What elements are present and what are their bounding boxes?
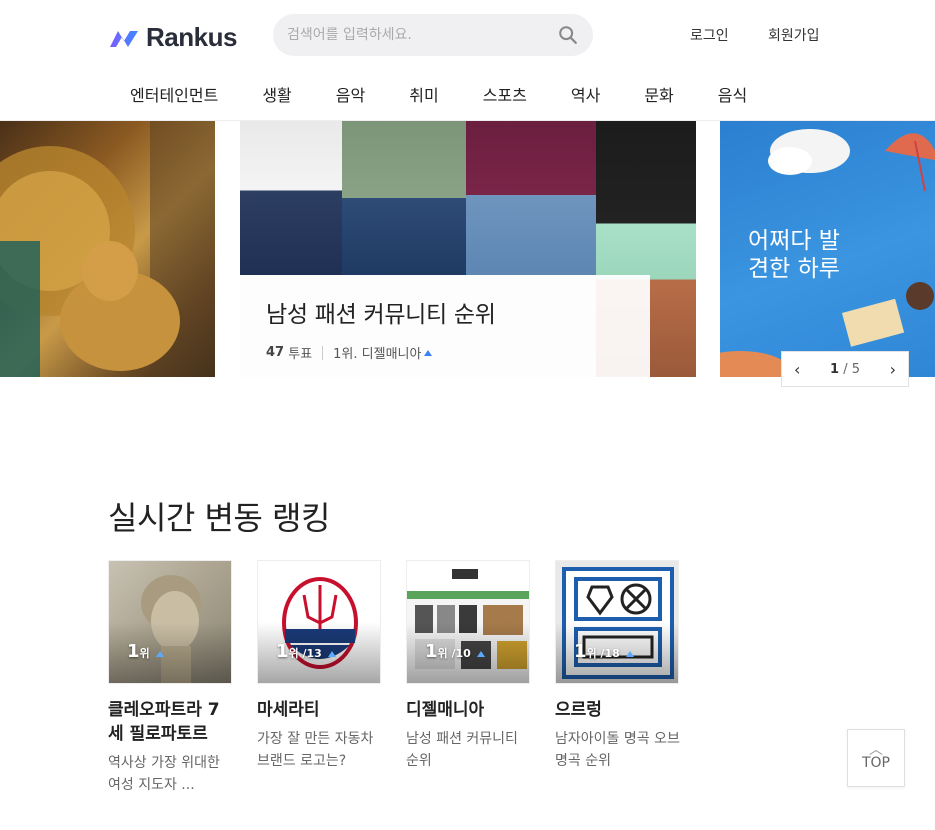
card-thumbnail[interactable]: 1위: [108, 560, 232, 684]
rank-number: 1: [425, 641, 438, 662]
top-button-label: TOP: [861, 755, 890, 771]
carousel-caption: 남성 패션 커뮤니티 순위 47 투표 1위. 디젤매니아: [240, 275, 650, 377]
logo[interactable]: Rankus: [108, 22, 237, 53]
rank-up-icon: [424, 349, 433, 356]
login-link[interactable]: 로그인: [690, 25, 729, 45]
fashion-photo: [342, 121, 466, 275]
top-rank-text: 1위. 디젤매니아: [333, 347, 422, 362]
ranking-card[interactable]: 1위 클레오파트라 7세 필로파토르 역사상 가장 위대한 여성 지도자 ...: [108, 560, 233, 796]
nav-item-music[interactable]: 음악: [336, 82, 365, 106]
card-title[interactable]: 클레오파트라 7세 필로파토르: [108, 698, 233, 746]
rank-number: 1: [574, 641, 587, 662]
card-description: 가장 잘 만든 자동차 브랜드 로고는?: [257, 731, 374, 769]
rank-extra: /13: [302, 647, 322, 660]
ranking-card[interactable]: 1위 /10 디젤매니아 남성 패션 커뮤니티 순위: [406, 560, 531, 772]
nav-item-culture[interactable]: 문화: [644, 82, 673, 106]
carousel-slide-prev[interactable]: [0, 121, 215, 377]
rank-badge: 1위: [127, 641, 164, 662]
chevron-up-icon: ︿: [869, 742, 883, 758]
carousel-meta: 47 투표 1위. 디젤매니아: [266, 343, 624, 362]
signup-link[interactable]: 회원가입: [768, 25, 820, 45]
card-thumbnail[interactable]: 1위 /18: [555, 560, 679, 684]
rank-badge: 1위 /18: [574, 641, 634, 662]
rank-up-icon: [155, 651, 164, 657]
card-title[interactable]: 디젤매니아: [406, 698, 531, 722]
card-thumbnail[interactable]: 1위 /10: [406, 560, 530, 684]
card-title[interactable]: 으르렁: [555, 698, 680, 722]
vote-count: 47: [266, 345, 285, 360]
search-icon[interactable]: [557, 24, 579, 46]
section-title: 실시간 변동 랭킹: [108, 499, 330, 537]
scroll-top-button[interactable]: ︿ TOP: [847, 729, 905, 787]
rank-unit: 위: [139, 647, 150, 660]
nav-item-history[interactable]: 역사: [571, 82, 600, 106]
logo-text: Rankus: [146, 22, 237, 52]
fashion-photo: [466, 121, 596, 275]
fashion-photo: [240, 121, 342, 275]
card-description: 남성 패션 커뮤니티 순위: [406, 731, 518, 769]
meta-divider: [322, 345, 324, 360]
rank-up-icon: [476, 651, 485, 657]
category-nav: 엔터테인먼트 생활 음악 취미 스포츠 역사 문화 음식: [130, 82, 791, 106]
pager-total: / 5: [843, 361, 860, 377]
ranking-card[interactable]: 1위 /13 마세라티 가장 잘 만든 자동차 브랜드 로고는?: [257, 560, 382, 772]
rank-extra: /10: [451, 647, 471, 660]
card-description: 역사상 가장 위대한 여성 지도자 ...: [108, 755, 220, 793]
nav-item-food[interactable]: 음식: [718, 82, 747, 106]
card-title[interactable]: 마세라티: [257, 698, 382, 722]
search-bar[interactable]: [273, 14, 593, 56]
rank-up-icon: [327, 651, 336, 657]
rank-number: 1: [276, 641, 289, 662]
carousel-pager: ‹ 1 / 5 ›: [781, 351, 909, 387]
card-description: 남자아이돌 명곡 오브 명곡 순위: [555, 731, 680, 769]
rank-up-icon: [625, 651, 634, 657]
carousel-slide-current[interactable]: 남성 패션 커뮤니티 순위 47 투표 1위. 디젤매니아: [240, 121, 696, 377]
rank-badge: 1위 /10: [425, 641, 485, 662]
rank-badge: 1위 /13: [276, 641, 336, 662]
pager-current: 1: [830, 361, 840, 377]
rank-unit: 위: [288, 647, 299, 660]
nav-item-entertainment[interactable]: 엔터테인먼트: [130, 82, 218, 106]
chevron-left-icon[interactable]: ‹: [794, 360, 800, 379]
rank-extra: /18: [600, 647, 620, 660]
card-thumbnail[interactable]: 1위 /13: [257, 560, 381, 684]
search-input[interactable]: [287, 27, 557, 43]
illustration-text: 어쩌다 발견한 하루: [748, 228, 840, 282]
nav-item-life[interactable]: 생활: [262, 82, 291, 106]
rank-unit: 위: [586, 647, 597, 660]
carousel-slide-next[interactable]: 어쩌다 발견한 하루: [720, 121, 935, 377]
nav-item-sports[interactable]: 스포츠: [483, 82, 527, 106]
vote-label: 투표: [288, 347, 313, 362]
rank-number: 1: [127, 641, 140, 662]
rankus-logo-icon: [110, 30, 138, 47]
ranking-card[interactable]: 1위 /18 으르렁 남자아이돌 명곡 오브 명곡 순위: [555, 560, 680, 772]
nav-item-hobby[interactable]: 취미: [409, 82, 438, 106]
chevron-right-icon[interactable]: ›: [890, 360, 896, 379]
carousel-title[interactable]: 남성 패션 커뮤니티 순위: [266, 295, 624, 329]
rank-unit: 위: [437, 647, 448, 660]
pager-indicator: 1 / 5: [830, 362, 860, 377]
cleopatra-artwork-image: [0, 121, 215, 377]
